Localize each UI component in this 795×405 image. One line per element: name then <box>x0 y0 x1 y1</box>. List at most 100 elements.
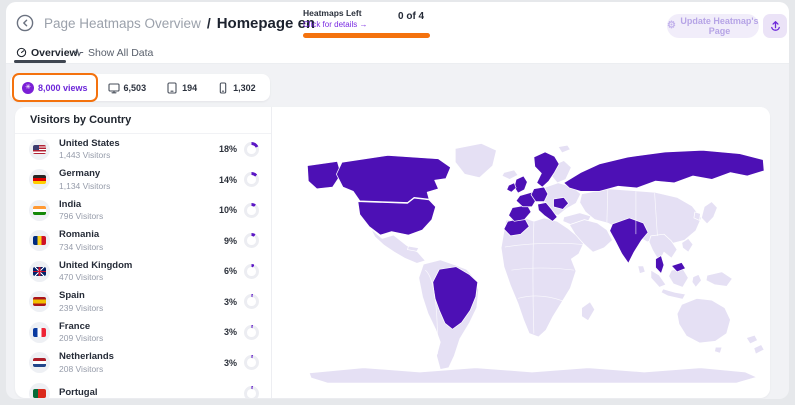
mobile-stat-chip[interactable]: 1,302 <box>207 82 266 94</box>
views-stat-chip-highlighted[interactable]: ✳ 8,000 views <box>12 73 98 102</box>
heatmaps-quota-bar <box>303 33 430 38</box>
country-donut-chart <box>244 233 259 248</box>
country-row[interactable]: Portugal <box>15 378 271 398</box>
country-percent: 3% <box>224 297 237 307</box>
country-visitors: 734 Visitors <box>59 242 103 252</box>
country-visitors: 1,134 Visitors <box>59 181 110 191</box>
country-name: United Kingdom <box>59 260 132 271</box>
stats-bar: ✳ 8,000 views 6,503 194 1,302 <box>10 74 270 101</box>
desktop-stat-chip[interactable]: 6,503 <box>98 82 157 94</box>
country-row[interactable]: United Kingdom 470 Visitors 6% <box>15 256 271 287</box>
country-rows: United States 1,443 Visitors 18% Germany… <box>15 134 271 398</box>
country-donut-chart <box>244 172 259 187</box>
map-country-india <box>610 218 648 263</box>
country-visitors: 239 Visitors <box>59 303 103 313</box>
country-visitors: 796 Visitors <box>59 211 103 221</box>
update-heatmap-button[interactable]: ⚙ Update Heatmap's Page <box>667 14 759 38</box>
map-country-alaska <box>307 161 341 188</box>
map-country-malaysia-peninsula <box>656 256 664 274</box>
country-visitors: 470 Visitors <box>59 272 132 282</box>
portugal-flag-icon <box>33 389 46 398</box>
country-percent: 18% <box>219 144 237 154</box>
country-percent: 10% <box>219 205 237 215</box>
gear-icon: ⚙ <box>667 21 676 31</box>
desktop-icon <box>108 82 120 94</box>
page-title: Homepage en <box>217 15 315 32</box>
visitors-by-country-title: Visitors by Country <box>30 114 131 126</box>
back-arrow-icon <box>15 13 35 33</box>
country-visitors: 1,443 Visitors <box>59 150 120 160</box>
map-country-svalbard <box>558 145 570 153</box>
country-row[interactable]: Germany 1,134 Visitors 14% <box>15 165 271 196</box>
activity-pulse-icon <box>72 47 84 58</box>
india-flag-icon <box>33 206 46 215</box>
world-map-container <box>273 107 770 398</box>
country-donut-chart <box>244 264 259 279</box>
france-flag-icon <box>33 328 46 337</box>
world-map <box>298 140 766 384</box>
tablet-icon <box>166 82 178 94</box>
breadcrumb-separator: / <box>207 15 211 31</box>
update-heatmap-label: Update Heatmap's Page <box>680 16 759 36</box>
map-country-greenland <box>455 143 496 177</box>
country-name: France <box>59 321 103 332</box>
country-row[interactable]: France 209 Visitors 3% <box>15 317 271 348</box>
map-region-antarctica <box>309 368 756 383</box>
upload-icon <box>769 20 782 33</box>
country-row[interactable]: Spain 239 Visitors 3% <box>15 287 271 318</box>
map-island-tasmania <box>715 347 722 353</box>
map-country-japan <box>701 202 717 224</box>
country-name: Spain <box>59 290 103 301</box>
visitors-by-country-list: Visitors by Country United States 1,443 … <box>15 107 272 398</box>
active-tab-underline <box>14 60 66 63</box>
country-name: Romania <box>59 229 103 240</box>
united-states-flag-icon <box>33 145 46 154</box>
views-count: 8,000 views <box>38 83 88 93</box>
map-island-sumatra <box>651 270 666 287</box>
country-name: Netherlands <box>59 351 114 362</box>
map-country-russia <box>564 150 764 191</box>
netherlands-flag-icon <box>33 358 46 367</box>
country-name: Portugal <box>59 387 98 398</box>
country-row[interactable]: India 796 Visitors 10% <box>15 195 271 226</box>
breadcrumb-parent[interactable]: Page Heatmaps Overview <box>44 16 201 31</box>
country-row[interactable]: Netherlands 208 Visitors 3% <box>15 348 271 379</box>
map-country-canada <box>336 155 450 202</box>
country-percent: 3% <box>224 327 237 337</box>
mobile-count: 1,302 <box>233 83 256 93</box>
tablet-count: 194 <box>182 83 197 93</box>
country-row[interactable]: United States 1,443 Visitors 18% <box>15 134 271 165</box>
map-island-sulawesi <box>692 274 701 287</box>
breadcrumb: Page Heatmaps Overview / Homepage en <box>44 10 315 36</box>
map-country-ireland <box>507 183 516 192</box>
map-island-java <box>661 289 685 299</box>
map-country-iceland <box>502 170 518 179</box>
country-name: United States <box>59 138 120 149</box>
tab-show-all-data[interactable]: Show All Data <box>72 43 153 62</box>
country-donut-chart <box>244 294 259 309</box>
map-country-united-kingdom <box>514 176 527 193</box>
mobile-icon <box>217 82 229 94</box>
spain-flag-icon <box>33 297 46 306</box>
romania-flag-icon <box>33 236 46 245</box>
country-row[interactable]: Romania 734 Visitors 9% <box>15 226 271 257</box>
tab-overview-label: Overview <box>31 47 78 59</box>
map-country-sri-lanka <box>638 266 645 274</box>
united-kingdom-flag-icon <box>33 267 46 276</box>
country-donut-chart <box>244 325 259 340</box>
map-country-usa <box>358 198 436 235</box>
tablet-stat-chip[interactable]: 194 <box>156 82 207 94</box>
country-donut-chart <box>244 203 259 218</box>
map-country-australia <box>677 298 730 343</box>
app-window: Page Heatmaps Overview / Homepage en Hea… <box>6 2 789 399</box>
country-visitors: 209 Visitors <box>59 333 103 343</box>
export-button[interactable] <box>763 14 787 38</box>
country-name: Germany <box>59 168 110 179</box>
country-percent: 14% <box>219 175 237 185</box>
country-donut-chart <box>244 386 259 398</box>
views-icon: ✳ <box>22 82 34 94</box>
germany-flag-icon <box>33 175 46 184</box>
overview-gauge-icon <box>16 47 27 58</box>
country-percent: 3% <box>224 358 237 368</box>
back-button[interactable] <box>14 12 36 34</box>
